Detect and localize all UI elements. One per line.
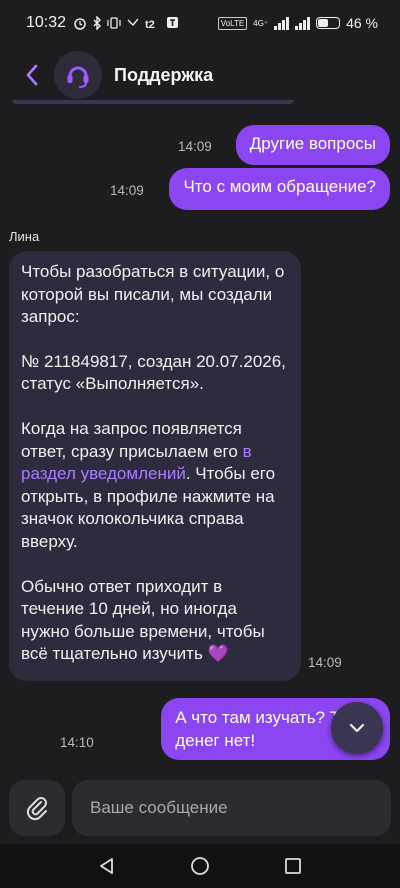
message-paragraph: № 211849817, создан 20.07.2026, статус «… bbox=[21, 351, 286, 394]
status-bar: 10:32 t2 VoLTE 4G⁺ 46 % bbox=[0, 0, 400, 46]
previous-message-edge bbox=[12, 100, 294, 104]
headset-icon bbox=[67, 66, 89, 88]
circle-home-icon bbox=[191, 857, 209, 875]
system-navigation-bar bbox=[0, 844, 400, 888]
battery-percent: 46 % bbox=[346, 15, 378, 31]
support-avatar[interactable] bbox=[54, 51, 102, 99]
message-paragraph: Обычно ответ приходит в течение 10 дней,… bbox=[21, 576, 265, 664]
sender-name: Лина bbox=[9, 229, 40, 244]
app-notification-icon bbox=[167, 17, 179, 28]
chat-header: Поддержка bbox=[0, 46, 400, 104]
message-paragraph: Чтобы разобраться в ситуации, о которой … bbox=[21, 262, 285, 327]
signal-strength-icon-2 bbox=[295, 16, 311, 30]
bluetooth-icon bbox=[93, 16, 102, 30]
square-recents-icon bbox=[285, 858, 302, 874]
back-button[interactable] bbox=[17, 60, 47, 90]
notification-icons: t2 bbox=[73, 16, 179, 30]
status-bar-left: 10:32 t2 bbox=[26, 14, 179, 32]
outgoing-message[interactable]: Что с моим обращение? bbox=[169, 168, 390, 210]
scroll-to-bottom-button[interactable] bbox=[331, 702, 383, 754]
network-type: 4G⁺ bbox=[253, 18, 269, 28]
signal-strength-icon bbox=[274, 16, 290, 30]
back-arrow-icon bbox=[26, 64, 38, 86]
message-time: 14:10 bbox=[60, 735, 94, 750]
nav-home-button[interactable] bbox=[180, 846, 220, 886]
vibrate-icon bbox=[107, 17, 121, 29]
status-time: 10:32 bbox=[26, 14, 67, 31]
message-paragraph: Когда на запрос появляется ответ, сразу … bbox=[21, 418, 289, 554]
alarm-icon bbox=[74, 18, 86, 30]
missed-call-icon bbox=[127, 18, 139, 27]
paperclip-icon bbox=[26, 797, 47, 821]
message-input[interactable] bbox=[72, 780, 391, 836]
triangle-back-icon bbox=[99, 858, 113, 874]
outgoing-message[interactable]: Другие вопросы bbox=[235, 125, 390, 165]
chat-title: Поддержка bbox=[114, 64, 214, 85]
composer bbox=[0, 776, 400, 844]
incoming-message[interactable]: Чтобы разобраться в ситуации, о которой … bbox=[9, 251, 301, 681]
nav-back-button[interactable] bbox=[87, 846, 127, 886]
message-time: 14:09 bbox=[308, 655, 342, 670]
screen: 10:32 t2 VoLTE 4G⁺ 46 % Поддержка 14:09 … bbox=[0, 0, 400, 888]
message-time: 14:09 bbox=[110, 183, 144, 198]
svg-text:t2: t2 bbox=[145, 19, 155, 30]
volte-badge: VoLTE bbox=[217, 16, 248, 30]
message-text: Когда на запрос появляется ответ, сразу … bbox=[21, 418, 243, 461]
attach-button[interactable] bbox=[9, 780, 65, 836]
chevron-down-icon bbox=[349, 723, 365, 733]
battery-icon bbox=[316, 17, 341, 29]
battery-fill bbox=[318, 19, 329, 27]
message-time: 14:09 bbox=[178, 139, 212, 154]
t2-app-icon: t2 bbox=[145, 19, 155, 30]
status-bar-right: VoLTE 4G⁺ 46 % bbox=[217, 15, 378, 31]
nav-recents-button[interactable] bbox=[273, 846, 313, 886]
